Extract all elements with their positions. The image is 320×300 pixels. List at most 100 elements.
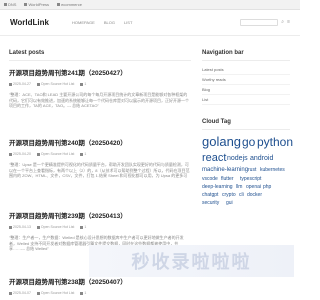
user-icon — [36, 152, 40, 156]
tag-cloud-heading: Cloud Tag — [202, 119, 290, 130]
post-comments-text: 1 — [84, 152, 87, 156]
search-input[interactable] — [240, 19, 279, 26]
nav-blog[interactable]: BLOG — [104, 20, 115, 25]
post-comments: 1 — [80, 225, 86, 229]
post-date: 2025-04-13 — [9, 225, 31, 229]
user-icon — [36, 291, 40, 295]
clock-icon — [9, 225, 12, 229]
post-author-text: Open Source Hot List — [40, 82, 75, 86]
tag-deep-learning[interactable]: deep-learning — [202, 185, 233, 190]
topbar-label: WorldPress — [28, 2, 50, 7]
square-icon — [4, 3, 7, 6]
post-comments-text: 1 — [84, 225, 87, 229]
tag-go[interactable]: go — [242, 136, 255, 148]
post-meta: 2025-04-13 Open Source Hot List 1 — [9, 225, 191, 229]
post-author-text: Open Source Hot List — [40, 291, 75, 295]
nav-links: HOMEPAGE BLOG LIST — [72, 20, 132, 25]
post-date-text: 2025-04-27 — [13, 82, 31, 86]
user-icon — [36, 225, 40, 229]
main-navbar: WorldLink HOMEPAGE BLOG LIST ⌕ ≡ — [0, 10, 300, 36]
post-date-text: 2025-04-20 — [13, 152, 31, 156]
ad-banner-text: 秒收录啦啦啦 — [131, 252, 252, 272]
nav-right: ⌕ ≡ — [240, 19, 290, 26]
tag-python[interactable]: python — [257, 136, 293, 148]
post-author-text: Open Source Hot List — [40, 225, 75, 229]
tag-android[interactable]: android — [250, 155, 273, 162]
clock-icon — [9, 291, 12, 295]
site-logo[interactable]: WorldLink — [10, 18, 72, 27]
nav-widget-list: Latest posts Worthy reads Blog List — [202, 65, 290, 105]
comment-icon — [80, 225, 84, 229]
post-author: Open Source Hot List — [36, 291, 75, 295]
post-author: Open Source Hot List — [36, 152, 75, 156]
post-meta: 2025-04-27 Open Source Hot List 1 — [9, 82, 191, 86]
tag-llm[interactable]: llm — [236, 185, 242, 190]
tag-docker[interactable]: docker — [247, 193, 262, 198]
posts-column: Latest posts 开源项目趋势周刊第241期（20250427） 202… — [9, 50, 191, 295]
tag-cloud: golang go python react nodejs android ma… — [202, 133, 293, 233]
square-icon — [24, 3, 28, 6]
post-comments: 1 — [80, 291, 86, 295]
comment-icon — [80, 291, 84, 295]
nav-homepage[interactable]: HOMEPAGE — [72, 20, 95, 25]
tag-php[interactable]: php — [263, 185, 271, 190]
post-date-text: 2025-04-07 — [13, 291, 31, 295]
tag-kubernetes[interactable]: kubernetes — [260, 168, 285, 173]
comment-icon — [80, 152, 84, 156]
post-item: 开源项目趋势周刊第240期（20250420） 2025-04-20 Open … — [9, 137, 191, 179]
post-title[interactable]: 开源项目趋势周刊第241期（20250427） — [9, 67, 191, 77]
comment-icon — [80, 82, 84, 86]
clock-icon — [9, 152, 12, 156]
topbar-item-worldpress[interactable]: WorldPress — [24, 2, 49, 7]
post-date-text: 2025-04-13 — [13, 225, 31, 229]
tag-gui[interactable]: gui — [226, 201, 233, 206]
nav-list[interactable]: LIST — [124, 20, 132, 25]
tag-security[interactable]: security — [202, 201, 219, 206]
sidebar-item-worthy-reads[interactable]: Worthy reads — [202, 75, 290, 85]
user-icon — [36, 82, 40, 86]
post-title[interactable]: 开源项目趋势周刊第239期（20250413） — [9, 210, 191, 220]
sidebar-item-latest-posts[interactable]: Latest posts — [202, 65, 290, 75]
post-author: Open Source Hot List — [36, 82, 75, 86]
sidebar: Navigation bar Latest posts Worthy reads… — [202, 50, 293, 233]
tag-rust[interactable]: rust — [248, 168, 256, 173]
tag-typescript[interactable]: typescript — [240, 177, 261, 182]
post-date: 2025-04-27 — [9, 82, 31, 86]
search-icon[interactable]: ⌕ — [281, 20, 284, 25]
tag-machine-learning[interactable]: machine-learning — [202, 167, 248, 173]
post-meta: 2025-04-20 Open Source Hot List 1 — [9, 152, 191, 156]
post-comments: 1 — [80, 152, 86, 156]
post-excerpt: "整理：Upse 是一个更精准提供可视化的代码质量平台，帮助开发团队实现更好的代… — [9, 162, 190, 179]
tag-flutter[interactable]: flutter — [221, 177, 234, 182]
tag-vscode[interactable]: vscode — [202, 177, 218, 182]
topbar-item-dns[interactable]: DNS — [4, 2, 16, 7]
post-title[interactable]: 开源项目趋势周刊第238期（20250407） — [9, 276, 191, 286]
tag-golang[interactable]: golang — [202, 135, 241, 148]
tag-react[interactable]: react — [202, 153, 226, 164]
post-comments: 1 — [80, 82, 86, 86]
ad-banner[interactable]: 秒收录啦啦啦 — [89, 245, 294, 277]
sidebar-item-list[interactable]: List — [202, 95, 290, 105]
tag-crypto[interactable]: crypto — [222, 193, 236, 198]
menu-icon[interactable]: ≡ — [287, 20, 290, 25]
post-author: Open Source Hot List — [36, 225, 75, 229]
tag-openai[interactable]: openai — [246, 185, 261, 190]
sidebar-item-blog[interactable]: Blog — [202, 85, 290, 95]
tag-chatgpt[interactable]: chatgpt — [202, 193, 218, 198]
post-excerpt: "整理：ACE、TAO和 LEAD 主要开源公司的每个每月开源项目统计的文章新项… — [9, 92, 189, 108]
nav-widget-heading: Navigation bar — [202, 50, 290, 61]
topbar-item-ecommerce[interactable]: ecommerce — [57, 2, 82, 7]
post-date: 2025-04-20 — [9, 152, 31, 156]
post-item: 开源项目趋势周刊第241期（20250427） 2025-04-27 Open … — [9, 67, 191, 109]
topbar-label: DNS — [8, 2, 17, 7]
post-title[interactable]: 开源项目趋势周刊第240期（20250420） — [9, 137, 191, 147]
post-date: 2025-04-07 — [9, 291, 31, 295]
latest-posts-heading: Latest posts — [9, 50, 191, 61]
tag-nodejs[interactable]: nodejs — [227, 155, 248, 162]
post-author-text: Open Source Hot List — [40, 152, 75, 156]
post-meta: 2025-04-07 Open Source Hot List 1 — [9, 291, 191, 295]
tag-cli[interactable]: cli — [239, 193, 244, 198]
post-item: 开源项目趋势周刊第238期（20250407） 2025-04-07 Open … — [9, 276, 191, 295]
post-comments-text: 1 — [84, 291, 87, 295]
clock-icon — [9, 82, 12, 86]
